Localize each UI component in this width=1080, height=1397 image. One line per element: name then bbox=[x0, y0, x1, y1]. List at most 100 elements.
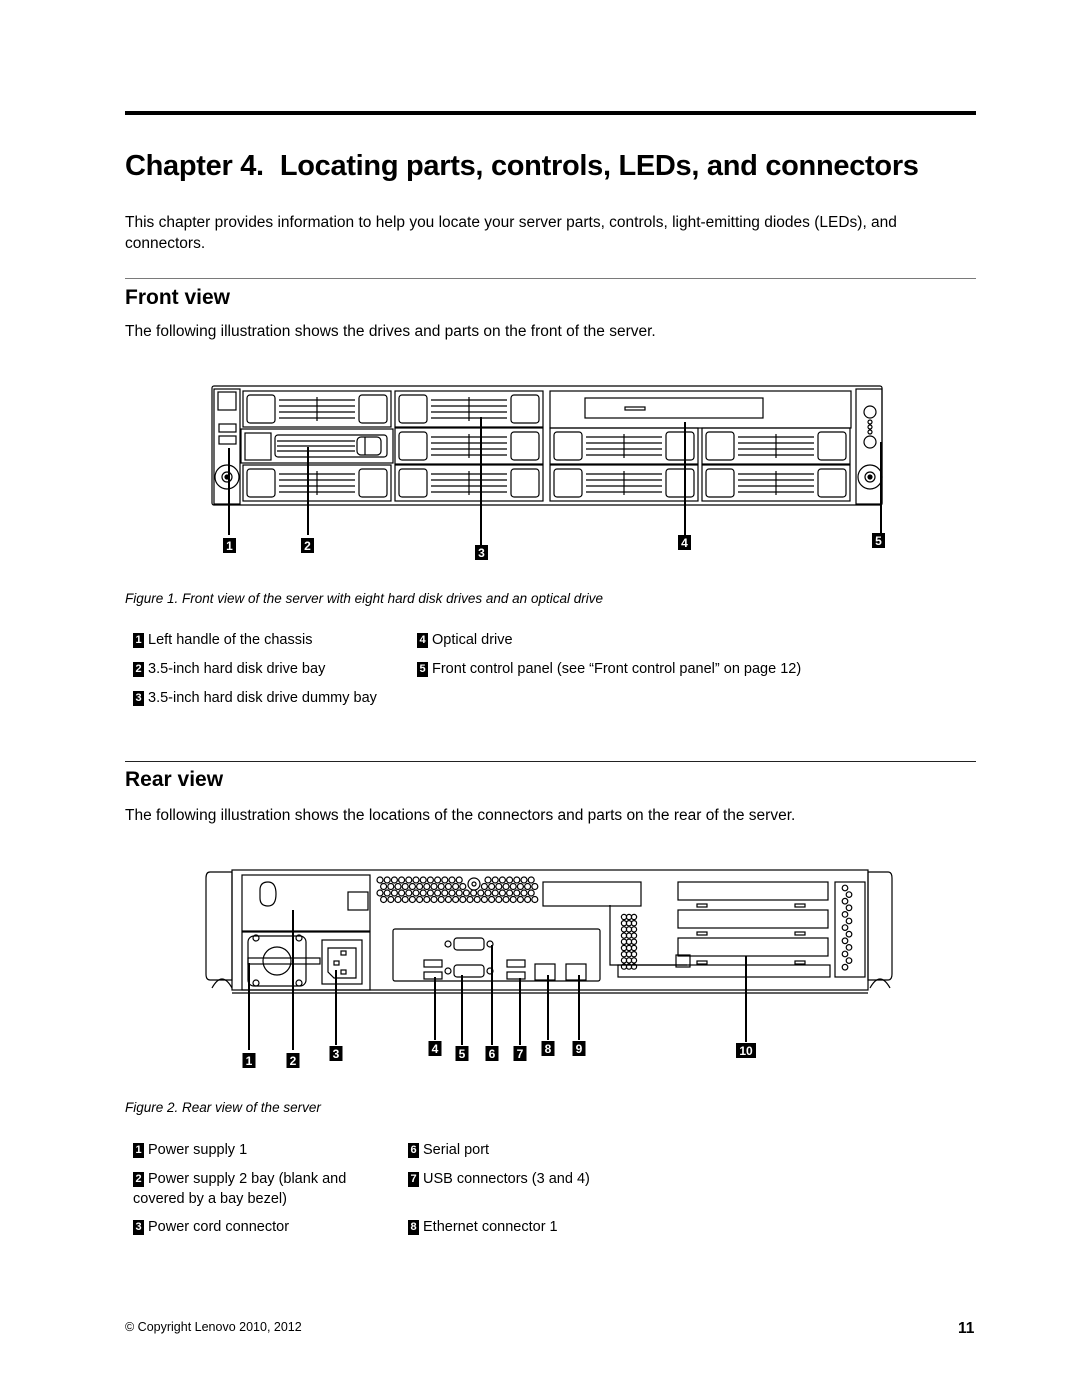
vent-hole bbox=[376, 876, 384, 884]
front-view-illustration: 1 2 3 4 5 bbox=[211, 385, 885, 560]
usb-port bbox=[506, 971, 526, 980]
vent-hole bbox=[434, 876, 442, 884]
vent-hole bbox=[462, 889, 470, 897]
callout-1: 1 bbox=[246, 1054, 253, 1068]
vent-hole bbox=[841, 884, 849, 892]
vent-hole bbox=[423, 882, 431, 891]
footer-copyright: © Copyright Lenovo 2010, 2012 bbox=[125, 1320, 302, 1334]
vent-hole bbox=[452, 895, 460, 904]
rear-chassis-outline bbox=[231, 869, 869, 991]
vent-hole bbox=[480, 882, 488, 891]
vent-hole bbox=[841, 963, 849, 971]
vent-hole bbox=[441, 889, 449, 897]
chapter-title-text: Locating parts, controls, LEDs, and conn… bbox=[279, 150, 919, 182]
vent-hole bbox=[524, 895, 532, 904]
callout-4: 4 bbox=[681, 536, 688, 550]
vent-hole bbox=[426, 876, 434, 884]
vent-hole bbox=[412, 889, 420, 897]
vent-hole bbox=[448, 889, 456, 897]
ethernet-port-1 bbox=[534, 963, 556, 981]
legend-badge: 4 bbox=[417, 633, 428, 648]
vent-hole bbox=[380, 895, 388, 904]
front-legend-item-2: 2 3.5-inch hard disk drive bay bbox=[133, 659, 393, 679]
vent-hole bbox=[444, 882, 452, 891]
legend-badge: 3 bbox=[133, 1220, 144, 1235]
vent-hole bbox=[383, 876, 391, 884]
vent-hole bbox=[495, 882, 503, 891]
vent-hole bbox=[845, 930, 853, 938]
front-legend-item-1: 1 Left handle of the chassis bbox=[133, 630, 393, 650]
rear-legend-item-1: 1 Power supply 1 bbox=[133, 1140, 393, 1160]
vent-hole bbox=[531, 882, 539, 891]
legend-label: 3.5-inch hard disk drive bay bbox=[148, 661, 326, 677]
right-ear bbox=[867, 871, 893, 981]
vent-hole bbox=[434, 889, 442, 897]
vent-hole bbox=[466, 895, 474, 904]
legend-badge: 3 bbox=[133, 691, 144, 706]
vent-hole bbox=[484, 889, 492, 897]
vent-hole bbox=[452, 882, 460, 891]
legend-badge: 1 bbox=[133, 1143, 144, 1158]
vent-hole bbox=[419, 876, 427, 884]
vent-hole bbox=[405, 876, 413, 884]
rear-legend-item-6: 6 Serial port bbox=[408, 1140, 888, 1160]
vent-hole bbox=[416, 895, 424, 904]
callout-6: 6 bbox=[489, 1047, 496, 1061]
usb-port bbox=[423, 959, 443, 968]
vent-hole bbox=[480, 895, 488, 904]
vent-hole bbox=[841, 950, 849, 958]
vent-hole bbox=[527, 876, 535, 884]
chapter-title: Chapter 4. Locating parts, controls, LEDs… bbox=[125, 150, 919, 183]
front-leader-lines bbox=[228, 417, 882, 545]
vent-hole bbox=[383, 889, 391, 897]
callout-2: 2 bbox=[290, 1054, 297, 1068]
legend-badge: 8 bbox=[408, 1220, 419, 1235]
legend-label: Left handle of the chassis bbox=[148, 632, 313, 648]
vent-hole bbox=[845, 957, 853, 964]
front-view-heading: Front view bbox=[125, 286, 231, 309]
vent-hole bbox=[416, 882, 424, 891]
vent-hole bbox=[380, 882, 388, 891]
vent-hole bbox=[430, 882, 438, 891]
power-cord-connector bbox=[321, 939, 363, 985]
section-divider bbox=[125, 761, 976, 762]
vent-hole bbox=[387, 895, 395, 904]
hdd-bay bbox=[549, 427, 699, 465]
vent-hole bbox=[488, 882, 496, 891]
chapter-number: Chapter 4. bbox=[125, 150, 264, 182]
legend-label: Optical drive bbox=[432, 632, 513, 648]
front-legend-item-3: 3 3.5-inch hard disk drive dummy bay bbox=[133, 688, 393, 708]
vent-hole bbox=[488, 895, 496, 904]
io-panel bbox=[392, 928, 601, 982]
vent-hole bbox=[845, 917, 853, 925]
vent-hole bbox=[398, 889, 406, 897]
serial-port bbox=[453, 937, 485, 951]
hdd-bay-open bbox=[240, 428, 394, 464]
hdd-bay bbox=[242, 464, 392, 502]
vent-hole bbox=[441, 876, 449, 884]
vent-hole bbox=[426, 889, 434, 897]
hdd-bay bbox=[394, 390, 544, 428]
vent-hole bbox=[495, 895, 503, 904]
vent-hole bbox=[473, 895, 481, 904]
vent-hole bbox=[470, 889, 478, 897]
vent-hole bbox=[513, 876, 521, 884]
vent-hole bbox=[419, 889, 427, 897]
vent-hole bbox=[520, 889, 528, 897]
usb-port bbox=[506, 959, 526, 968]
vent-hole bbox=[412, 876, 420, 884]
vent-hole bbox=[524, 882, 532, 891]
vent-hole bbox=[390, 876, 398, 884]
hdd-bay bbox=[242, 390, 392, 428]
callout-3: 3 bbox=[478, 546, 485, 560]
legend-label: USB connectors (3 and 4) bbox=[423, 1171, 590, 1187]
rear-legend-item-2: 2 Power supply 2 bay (blank and covered b… bbox=[133, 1169, 393, 1209]
callout-2: 2 bbox=[304, 539, 311, 553]
top-rule bbox=[125, 111, 976, 115]
callout-9: 9 bbox=[576, 1042, 583, 1056]
vent-hole bbox=[498, 889, 506, 897]
vent-hole bbox=[394, 882, 402, 891]
vent-hole bbox=[484, 876, 492, 884]
vent-hole bbox=[841, 897, 849, 905]
front-control-panel bbox=[855, 388, 883, 505]
